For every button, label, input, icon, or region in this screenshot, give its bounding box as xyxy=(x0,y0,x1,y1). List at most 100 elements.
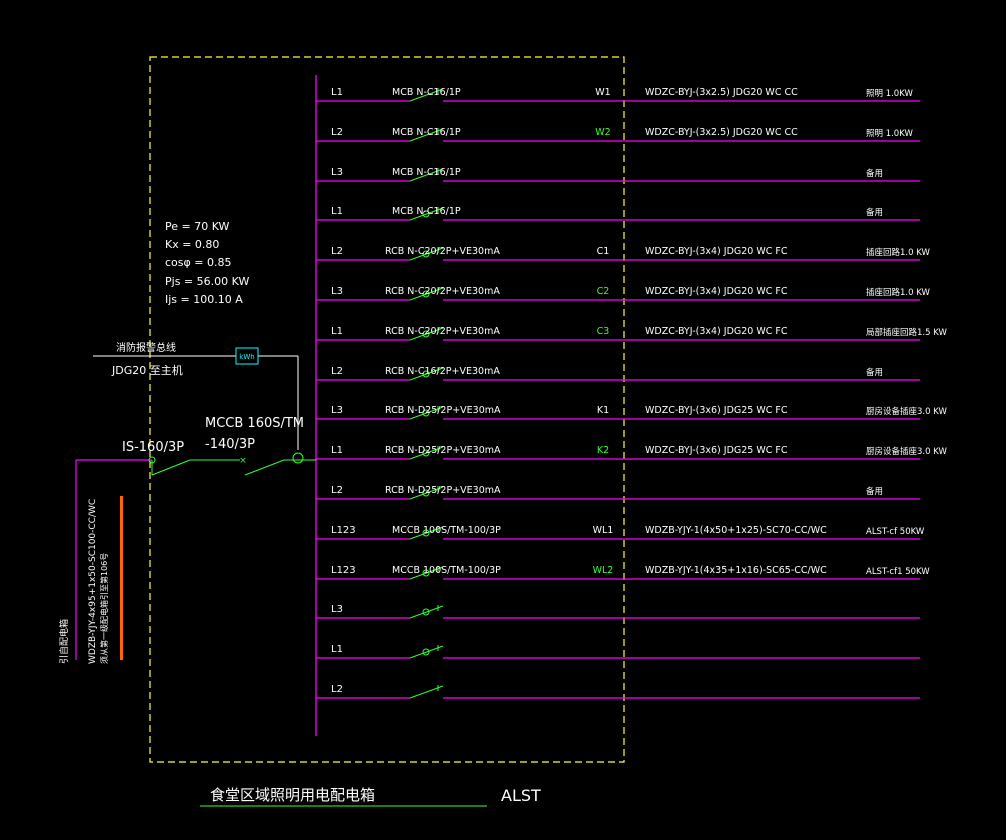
phase-label: L3 xyxy=(331,286,343,297)
current-transformer-icon xyxy=(292,452,304,464)
circuit-id: WL1 xyxy=(593,525,614,536)
cable-spec: WDZC-BYJ-(3x2.5) JDG20 WC CC xyxy=(645,87,798,98)
outgoing-circuits: L1 MCB N-C16/1P W1 WDZC-BYJ-(3x2.5) JDG20 W… xyxy=(316,87,947,699)
circuit-id: W1 xyxy=(595,87,610,98)
phase-label: L123 xyxy=(331,525,356,536)
load-label: 备用 xyxy=(866,168,883,179)
mccb-main-switch xyxy=(244,459,285,476)
breaker-label: MCB N-C16/1P xyxy=(392,87,461,98)
cable-spec: WDZC-BYJ-(3x4) JDG20 WC FC xyxy=(645,246,788,257)
circuit-id: WL2 xyxy=(593,565,614,576)
cable-spec: WDZC-BYJ-(3x6) JDG25 WC FC xyxy=(645,405,788,416)
load-label: 厨房设备插座3.0 KW xyxy=(866,446,947,457)
breaker-label: MCCB 100S/TM-100/3P xyxy=(392,565,501,576)
phase-label: L2 xyxy=(331,684,343,695)
circuit-row: L1 MCB N-C16/1P W1 WDZC-BYJ-(3x2.5) JDG20 W… xyxy=(316,87,920,102)
phase-label: L1 xyxy=(331,206,343,217)
breaker-label: RCB N-C16/2P+VE30mA xyxy=(385,366,500,377)
isolator-switch xyxy=(151,459,191,476)
load-label: 照明 1.0KW xyxy=(866,89,913,99)
breaker-label: MCB N-C16/1P xyxy=(392,167,461,178)
phase-label: L2 xyxy=(331,246,343,257)
phase-label: L2 xyxy=(331,127,343,138)
breaker-label: RCB N-D25/2P+VE30mA xyxy=(385,445,501,456)
phase-label: L123 xyxy=(331,565,356,576)
diagram-canvas: Pe = 70 KW Kx = 0.80 cosφ = 0.85 Pjs = 5… xyxy=(58,56,947,807)
svg-text:×: × xyxy=(239,456,247,466)
load-label: 厨房设备插座3.0 KW xyxy=(866,406,947,417)
load-label: 插座回路1.0 KW xyxy=(866,287,930,298)
breaker-label: RCB N-C20/2P+VE30mA xyxy=(385,246,500,257)
param-pe: Pe = 70 KW xyxy=(165,220,230,233)
circuit-id: K1 xyxy=(597,405,609,416)
cable-spec: WDZC-BYJ-(3x6) JDG25 WC FC xyxy=(645,445,788,456)
circuit-row: L123 MCCB 100S/TM-100/3P WL2 WDZB-YJY-1(4x3… xyxy=(316,565,930,580)
circuit-id: W2 xyxy=(595,127,610,138)
panel-title: 食堂区域照明用电配电箱 xyxy=(210,786,375,804)
mccb-label-2: -140/3P xyxy=(205,437,255,452)
incoming-note: 须从第一级配电箱引至第106号 xyxy=(99,553,109,664)
breaker-label: MCB N-C16/1P xyxy=(392,206,461,217)
circuit-row: L2 xyxy=(316,684,920,699)
cable-spec: WDZC-BYJ-(3x4) JDG20 WC FC xyxy=(645,286,788,297)
phase-label: L2 xyxy=(331,485,343,496)
circuit-row: L1 RCB N-D25/2P+VE30mA K2 WDZC-BYJ-(3x6) JD… xyxy=(316,445,947,460)
circuit-row: L1 RCB N-C20/2P+VE30mA C3 WDZC-BYJ-(3x4) JD… xyxy=(316,326,947,341)
circuit-row: L3 RCB N-D25/2P+VE30mA K1 WDZC-BYJ-(3x6) JD… xyxy=(316,405,947,420)
load-label: 局部插座回路1.5 KW xyxy=(866,327,947,338)
load-parameters: Pe = 70 KW Kx = 0.80 cosφ = 0.85 Pjs = 5… xyxy=(165,220,249,306)
circuit-row: L2 RCB N-C20/2P+VE30mA C1 WDZC-BYJ-(3x4) JD… xyxy=(316,246,930,261)
phase-label: L3 xyxy=(331,604,343,615)
circuit-row: L2 MCB N-C16/1P W2 WDZC-BYJ-(3x2.5) JDG20 W… xyxy=(316,127,920,142)
phase-label: L1 xyxy=(331,87,343,98)
load-label: 备用 xyxy=(866,486,883,497)
phase-label: L1 xyxy=(331,644,343,655)
breaker-label: RCB N-C20/2P+VE30mA xyxy=(385,286,500,297)
fire-alarm-conduit: JDG20 至主机 xyxy=(111,363,183,377)
cable-tray-marker xyxy=(120,496,123,660)
phase-label: L2 xyxy=(331,366,343,377)
energy-meter-label: kWh xyxy=(239,353,254,361)
load-label: ALST-cf1 50KW xyxy=(866,567,930,577)
breaker-label: RCB N-D25/2P+VE30mA xyxy=(385,405,501,416)
circuit-row: L1 xyxy=(316,644,920,659)
circuit-row: L123 MCCB 100S/TM-100/3P WL1 WDZB-YJY-1(4x5… xyxy=(316,525,925,540)
phase-label: L3 xyxy=(331,167,343,178)
phase-label: L3 xyxy=(331,405,343,416)
load-label: 备用 xyxy=(866,367,883,378)
circuit-id: C3 xyxy=(597,326,610,337)
incoming-source: 引自配电箱 xyxy=(58,619,70,664)
breaker-label: MCCB 100S/TM-100/3P xyxy=(392,525,501,536)
circuit-row: L2 RCB N-D25/2P+VE30mA 备用 xyxy=(316,485,920,500)
title-block: 食堂区域照明用电配电箱 ALST xyxy=(200,786,541,807)
isolator-label: IS-160/3P xyxy=(122,440,184,455)
phase-label: L1 xyxy=(331,445,343,456)
breaker-label: RCB N-D25/2P+VE30mA xyxy=(385,485,501,496)
param-cos: cosφ = 0.85 xyxy=(165,256,231,269)
cable-spec: WDZB-YJY-1(4x50+1x25)-SC70-CC/WC xyxy=(645,525,827,536)
fire-alarm-label: 消防报警总线 xyxy=(116,341,176,354)
load-label: 照明 1.0KW xyxy=(866,129,913,139)
circuit-row: L3 xyxy=(316,604,920,619)
cable-spec: WDZC-BYJ-(3x2.5) JDG20 WC CC xyxy=(645,127,798,138)
circuit-id: C1 xyxy=(597,246,610,257)
param-pjs: Pjs = 56.00 KW xyxy=(165,275,249,288)
incoming-feeder: × IS-160/3P MCCB 160S/TM -140/3P 引自配电箱 W… xyxy=(58,416,316,664)
load-label: ALST-cf 50KW xyxy=(866,527,925,537)
param-kx: Kx = 0.80 xyxy=(165,238,219,251)
incoming-cable: WDZB-YJY-4x95+1x50-SC100-CC/WC xyxy=(88,499,98,664)
circuit-id: C2 xyxy=(597,286,610,297)
panel-code: ALST xyxy=(501,786,541,805)
mccb-label-1: MCCB 160S/TM xyxy=(205,416,304,431)
fire-alarm-link: 消防报警总线 JDG20 至主机 kWh xyxy=(93,341,299,450)
breaker-label: MCB N-C16/1P xyxy=(392,127,461,138)
cable-spec: WDZB-YJY-1(4x35+1x16)-SC65-CC/WC xyxy=(645,565,827,576)
phase-label: L1 xyxy=(331,326,343,337)
circuit-row: L2 RCB N-C16/2P+VE30mA 备用 xyxy=(316,366,920,381)
circuit-row: L3 RCB N-C20/2P+VE30mA C2 WDZC-BYJ-(3x4) JD… xyxy=(316,286,930,301)
circuit-row: L3 MCB N-C16/1P 备用 xyxy=(316,167,920,182)
breaker-label: RCB N-C20/2P+VE30mA xyxy=(385,326,500,337)
circuit-row: L1 MCB N-C16/1P 备用 xyxy=(316,206,920,221)
circuit-id: K2 xyxy=(597,445,609,456)
cable-spec: WDZC-BYJ-(3x4) JDG20 WC FC xyxy=(645,326,788,337)
